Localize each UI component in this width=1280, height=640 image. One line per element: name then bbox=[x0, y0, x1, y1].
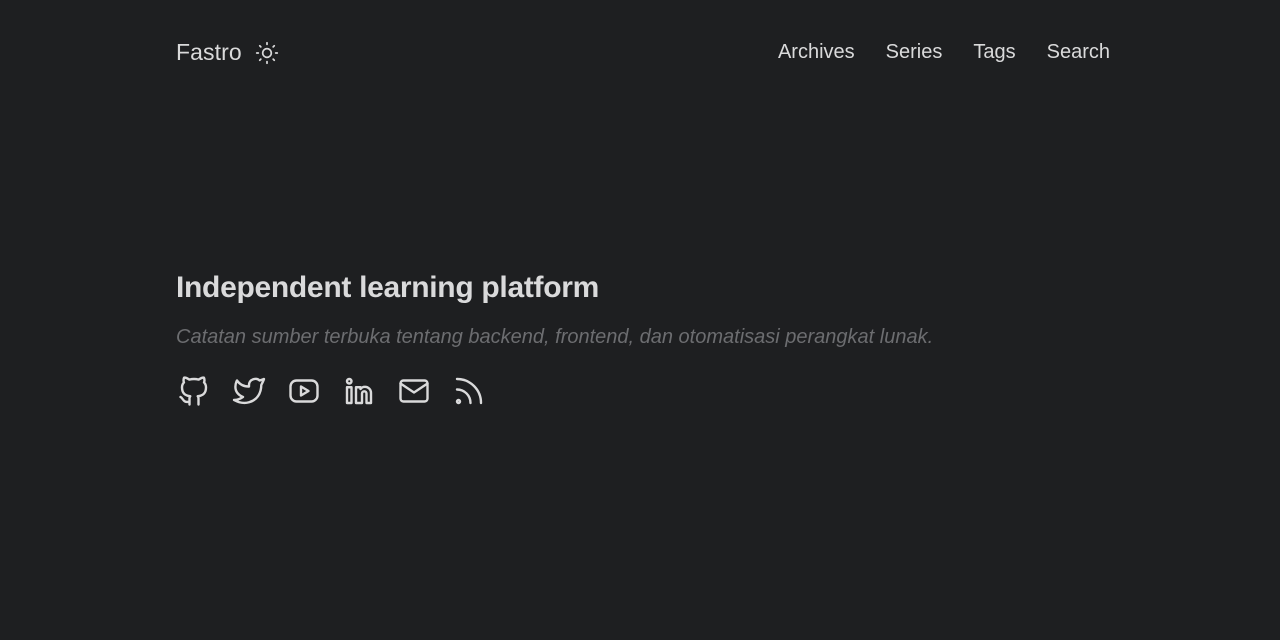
rss-link[interactable] bbox=[451, 373, 487, 409]
youtube-icon bbox=[289, 379, 319, 403]
sun-icon bbox=[255, 41, 278, 64]
hero-subtitle: Catatan sumber terbuka tentang backend, … bbox=[176, 326, 934, 348]
linkedin-link[interactable] bbox=[341, 373, 377, 409]
mail-icon bbox=[399, 379, 429, 403]
site-header: Fastro Archives Series Tags Search bbox=[176, 34, 1110, 70]
twitter-icon bbox=[232, 377, 266, 405]
nav-series-link[interactable]: Series bbox=[886, 41, 943, 64]
main-nav: Archives Series Tags Search bbox=[778, 41, 1110, 64]
nav-archives-link[interactable]: Archives bbox=[778, 41, 855, 64]
youtube-link[interactable] bbox=[286, 373, 322, 409]
hero-section: Independent learning platform Catatan su… bbox=[176, 268, 933, 409]
github-icon bbox=[179, 376, 208, 406]
github-link[interactable] bbox=[176, 373, 212, 409]
mail-link[interactable] bbox=[396, 373, 432, 409]
twitter-link[interactable] bbox=[231, 373, 267, 409]
nav-tags-link[interactable]: Tags bbox=[973, 41, 1015, 64]
theme-toggle-button[interactable] bbox=[254, 40, 280, 66]
nav-search-link[interactable]: Search bbox=[1047, 41, 1110, 64]
linkedin-icon bbox=[345, 377, 373, 405]
logo-link[interactable]: Fastro bbox=[176, 39, 242, 66]
brand: Fastro bbox=[176, 39, 280, 66]
social-links bbox=[176, 373, 933, 409]
page: Fastro Archives Series Tags Search Indep… bbox=[0, 0, 1280, 640]
hero-title: Independent learning platform bbox=[176, 271, 599, 304]
rss-icon bbox=[455, 377, 483, 405]
